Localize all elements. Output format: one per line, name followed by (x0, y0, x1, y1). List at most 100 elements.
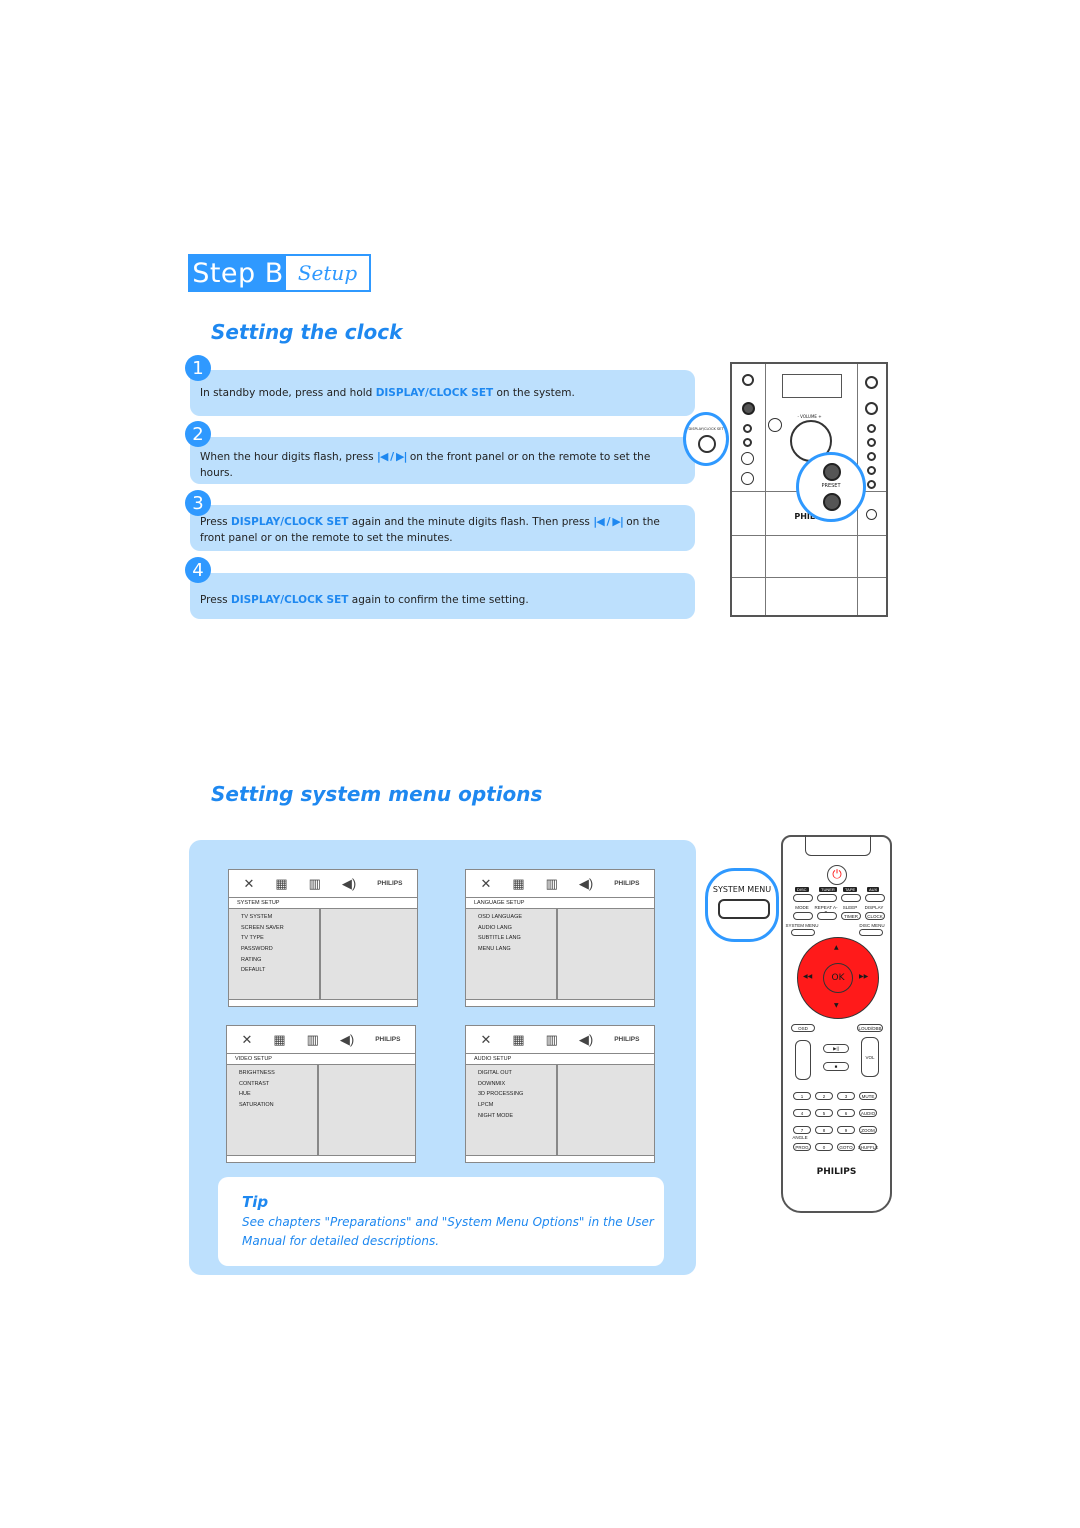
display-window (782, 374, 842, 398)
remote-brand: PHILIPS (816, 1167, 857, 1177)
tools-icon: ✕ (480, 1031, 492, 1047)
speaker-icon: ◀) (578, 875, 594, 891)
tools-icon: ✕ (243, 875, 255, 891)
osd-menu-item: SUBTITLE LANG (478, 935, 521, 942)
keypad-button: AUDIO (859, 1109, 877, 1117)
step-1-text: In standby mode, press and hold DISPLAY/… (200, 387, 575, 399)
button (743, 424, 752, 433)
video-icon: ▥ (308, 875, 321, 891)
osd-menu-item: LPCM (478, 1102, 494, 1109)
osd-menu-item: TV SYSTEM (241, 914, 273, 920)
play-pause-button (865, 402, 878, 415)
osd-screen-system: ✕ ▦ ▥ ◀) PHILIPS SYSTEM SETUP TV SYSTEM SCREE… (228, 869, 418, 1007)
function-button: TIMER (841, 912, 861, 920)
step-label: Step B (190, 256, 286, 290)
osd-menu-item: HUE (239, 1091, 251, 1098)
button-label: MODE (795, 905, 809, 910)
keypad-button: MUTE (859, 1092, 877, 1100)
step-title: Setup (297, 261, 358, 285)
osd-menu-item: DEFAULT (241, 967, 266, 974)
button (743, 438, 752, 447)
jack (741, 452, 754, 465)
remote-control-illustration: ⏻ DISCTUNERTAPEAUXMODEREPEAT A-BSLEEPTIM… (781, 835, 892, 1213)
tools-icon: ✕ (480, 875, 492, 891)
osd-menu-item: NIGHT MODE (478, 1112, 514, 1119)
step-number-2: 2 (185, 421, 211, 447)
osd-menu-item: DIGITAL OUT (478, 1070, 512, 1076)
language-icon: ▦ (275, 875, 288, 891)
osd-menu-item: BRIGHTNESS (239, 1070, 275, 1076)
ok-button: OK (823, 963, 853, 993)
button (867, 466, 876, 475)
osd-title: VIDEO SETUP (227, 1054, 415, 1065)
keypad-button: PROG (793, 1143, 811, 1151)
prev-next-button (795, 1040, 811, 1080)
osd-screen-language: ✕ ▦ ▥ ◀) PHILIPS LANGUAGE SETUP OSD LANGUAGE… (465, 869, 655, 1007)
forward-icon: ▶▶ (859, 973, 869, 980)
video-icon: ▥ (306, 1031, 319, 1047)
function-button (817, 912, 837, 920)
source-button (841, 894, 861, 902)
keypad-button: SHUFFLE (857, 1143, 879, 1151)
keypad-button: 4 (793, 1109, 811, 1117)
source-button (865, 376, 878, 389)
source-button (865, 894, 885, 902)
osd-items: TV SYSTEM SCREEN SAVER TV TYPE PASSWORD RATI… (229, 909, 321, 999)
osd-menu-item: PASSWORD (241, 946, 273, 953)
step-3-text: Press DISPLAY/CLOCK SET again and the mi… (200, 515, 660, 544)
navigation-pad: OK ▲ ▼ ◀◀ ▶▶ (797, 937, 879, 1019)
source-label-tuner: TUNER (819, 887, 837, 892)
tools-icon: ✕ (241, 1031, 253, 1047)
keypad-button: 9 (837, 1126, 855, 1134)
speaker-icon: ◀) (578, 1031, 594, 1047)
step-number-3: 3 (185, 490, 211, 516)
source-label-disc: DISC (795, 887, 809, 892)
display-clock-button-zoom (698, 435, 716, 453)
prev-next-icon: |◀ / ▶| (593, 515, 624, 528)
ir-sensor (768, 418, 782, 432)
button-label: SLEEP (842, 905, 858, 910)
keypad-button: 3 (837, 1092, 855, 1100)
language-icon: ▦ (273, 1031, 286, 1047)
button (867, 452, 876, 461)
eject-button (866, 509, 877, 520)
speaker-icon: ◀) (341, 875, 357, 891)
source-button (817, 894, 837, 902)
disc-menu-button (859, 929, 883, 936)
system-menu-button-zoom (718, 899, 770, 919)
clock-step-4-panel: Press DISPLAY/CLOCK SET again to confirm… (190, 573, 695, 619)
keypad-button: 8 (815, 1126, 833, 1134)
step-header: Step B Setup (188, 254, 371, 292)
menu-section-title: Setting system menu options (211, 782, 543, 806)
tip-box: Tip See chapters "Preparations" and "Sys… (218, 1177, 664, 1266)
play-pause-button: ▶|| (823, 1044, 849, 1053)
osd-menu-item: DOWNMIX (478, 1080, 506, 1087)
system-menu-label: SYSTEM MENU (785, 923, 819, 928)
button-label: DISPLAY (864, 905, 884, 910)
jack (741, 472, 754, 485)
button (867, 424, 876, 433)
osd-menu-item: MENU LANG (478, 946, 511, 953)
video-icon: ▥ (545, 1031, 558, 1047)
volume-label: - VOLUME + (797, 414, 822, 419)
speaker-icon: ◀) (339, 1031, 355, 1047)
source-label-aux: AUX (867, 887, 880, 892)
osd-title: LANGUAGE SETUP (466, 898, 654, 909)
step-number-1: 1 (185, 355, 211, 381)
preset-down-button (823, 493, 841, 511)
button (867, 438, 876, 447)
step-4-text: Press DISPLAY/CLOCK SET again to confirm… (200, 594, 529, 606)
osd-title: SYSTEM SETUP (229, 898, 417, 909)
loud-dbb-button: LOUD/DBB (857, 1024, 883, 1032)
osd-menu-item: 3D PROCESSING (478, 1091, 524, 1098)
angle-label: ANGLE (792, 1135, 808, 1140)
osd-items: BRIGHTNESS CONTRAST HUE SATURATION (227, 1065, 319, 1155)
keypad-button: GOTO (837, 1143, 855, 1151)
tip-text: See chapters "Preparations" and "System … (242, 1215, 654, 1248)
osd-button: OSD (791, 1024, 815, 1032)
osd-icon-bar: ✕ ▦ ▥ ◀) PHILIPS (229, 870, 417, 898)
prev-next-icon: |◀ / ▶| (376, 449, 408, 463)
osd-menu-item: CONTRAST (239, 1080, 270, 1087)
osd-items: DIGITAL OUT DOWNMIX 3D PROCESSING LPCM NIGHT… (466, 1065, 558, 1155)
up-arrow-icon: ▲ (834, 944, 839, 951)
